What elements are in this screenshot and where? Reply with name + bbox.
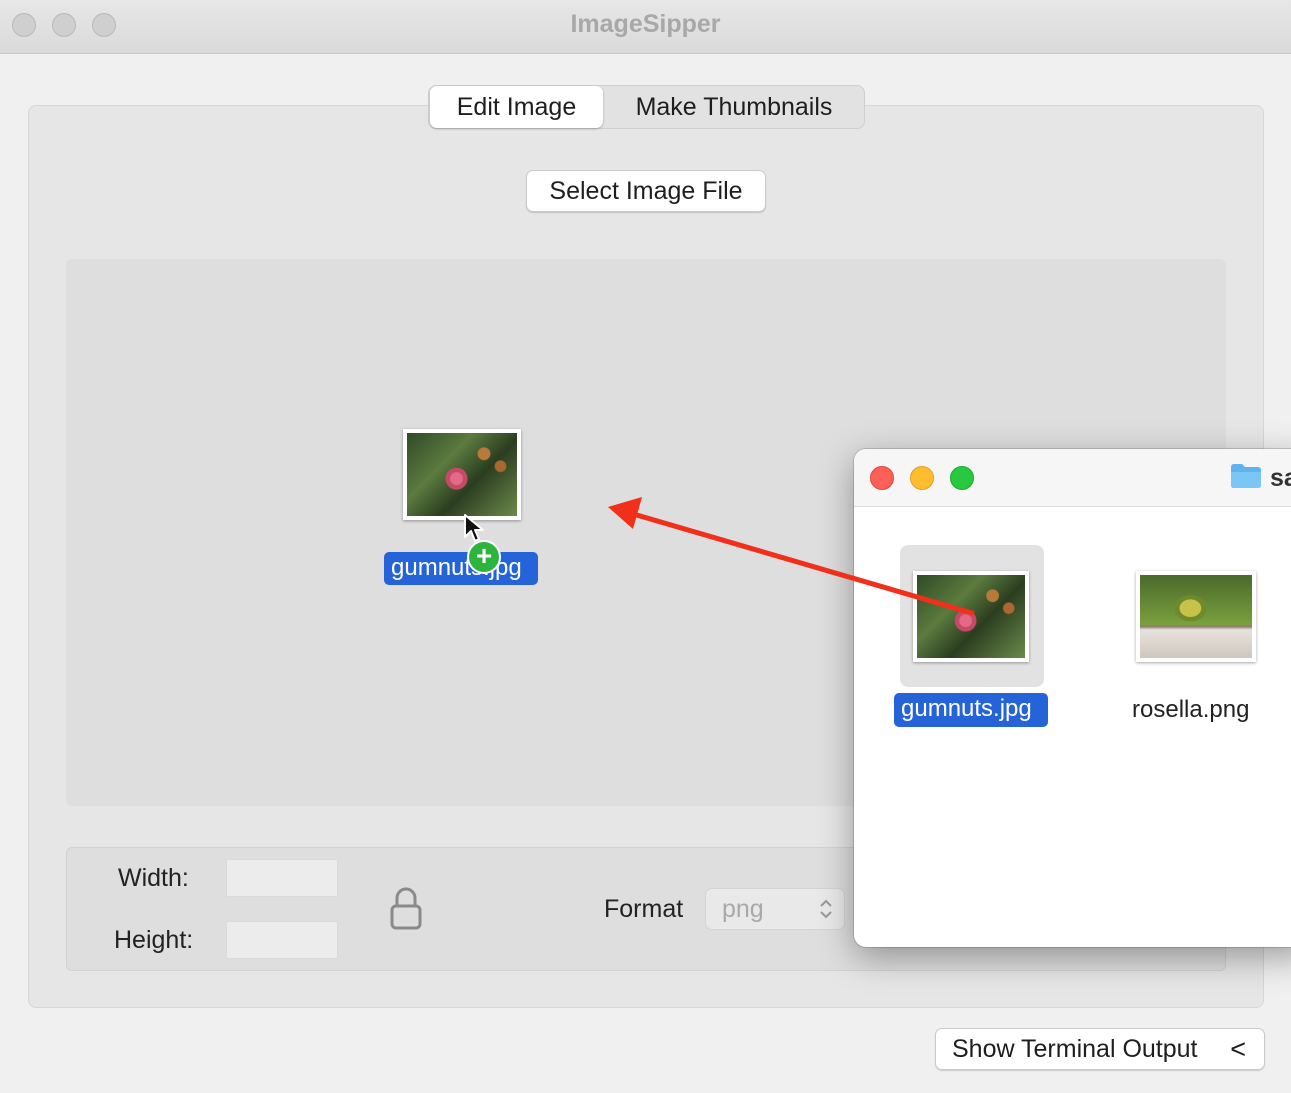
finder-zoom-button[interactable] bbox=[950, 466, 974, 490]
height-label: Height: bbox=[114, 926, 194, 954]
rosella-thumbnail[interactable] bbox=[1136, 571, 1256, 662]
drag-direction-arrow bbox=[608, 497, 975, 616]
folder-icon bbox=[1231, 464, 1261, 488]
show-terminal-output-button[interactable]: Show Terminal Output < bbox=[935, 1028, 1265, 1070]
show-terminal-output-label: Show Terminal Output bbox=[952, 1035, 1198, 1063]
format-popup[interactable]: png bbox=[705, 888, 845, 930]
copy-plus-badge-icon: + bbox=[467, 540, 501, 574]
finder-close-button[interactable] bbox=[870, 466, 894, 490]
tab-bar: Edit Image Make Thumbnails bbox=[428, 85, 865, 129]
file-name-rosella: rosella.png bbox=[1132, 696, 1250, 723]
width-field[interactable] bbox=[226, 859, 338, 897]
file-name-gumnuts: gumnuts.jpg bbox=[894, 693, 1048, 727]
finder-minimize-button[interactable] bbox=[910, 466, 934, 490]
dragged-file-label: gumnuts.jpg bbox=[384, 552, 538, 585]
title-bar: ImageSipper bbox=[0, 0, 1291, 54]
select-image-file-button[interactable]: Select Image File bbox=[526, 170, 766, 212]
format-label: Format bbox=[604, 895, 684, 923]
height-field[interactable] bbox=[226, 921, 338, 959]
rosella-photo bbox=[1140, 575, 1252, 658]
imagesipper-window: ImageSipper Edit Image Make Thumbnails S… bbox=[0, 0, 1291, 1093]
gumnuts-photo bbox=[407, 433, 517, 516]
window-title: ImageSipper bbox=[570, 10, 721, 38]
lock-icon[interactable] bbox=[388, 886, 424, 932]
chevron-left-icon: < bbox=[1230, 1034, 1246, 1064]
finder-title: sa bbox=[1270, 464, 1291, 492]
tab-edit-image[interactable]: Edit Image bbox=[430, 86, 603, 128]
format-value: png bbox=[722, 895, 764, 923]
tab-make-thumbnails[interactable]: Make Thumbnails bbox=[605, 86, 863, 128]
width-label: Width: bbox=[118, 864, 189, 892]
updown-chevron-icon bbox=[820, 899, 832, 919]
dragged-image-thumbnail bbox=[403, 429, 521, 520]
